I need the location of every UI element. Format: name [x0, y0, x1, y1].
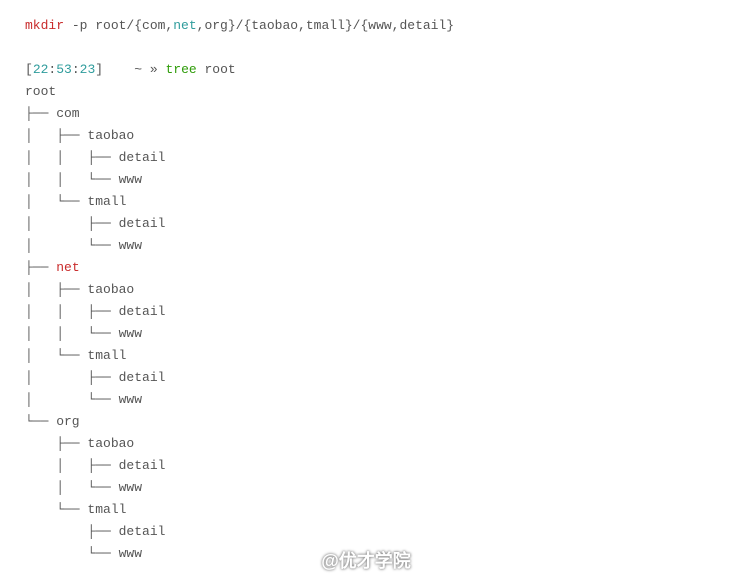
tree-line: │ ├── detail [25, 213, 707, 235]
tree-line: │ └── tmall [25, 191, 707, 213]
tree-line: │ │ ├── detail [25, 301, 707, 323]
prompt-lb: [ [25, 62, 33, 77]
tree-line: │ └── www [25, 235, 707, 257]
tree-line: │ └── www [25, 477, 707, 499]
prompt-rb: ] ~ » [95, 62, 165, 77]
mkdir-net: net [173, 18, 196, 33]
tree-line: │ ├── detail [25, 367, 707, 389]
tree-line: └── tmall [25, 499, 707, 521]
tree-line: │ ├── taobao [25, 279, 707, 301]
mkdir-args-2: ,org}/{taobao,tmall}/{www,detail} [197, 18, 454, 33]
tree-line: ├── taobao [25, 433, 707, 455]
mkdir-args-1: -p root/{com, [64, 18, 173, 33]
tree-line: ├── detail [25, 521, 707, 543]
prompt-min: 53 [56, 62, 72, 77]
tree-line: │ ├── taobao [25, 125, 707, 147]
tree-line: │ └── tmall [25, 345, 707, 367]
mkdir-keyword: mkdir [25, 18, 64, 33]
mkdir-command-line: mkdir -p root/{com,net,org}/{taobao,tmal… [25, 15, 707, 37]
tree-line: │ │ └── www [25, 323, 707, 345]
blank-line [25, 37, 707, 59]
tree-line: └── org [25, 411, 707, 433]
tree-root: root [25, 81, 707, 103]
prompt-hour: 22 [33, 62, 49, 77]
tree-line: └── www [25, 543, 707, 565]
tree-line: ├── net [25, 257, 707, 279]
tree-command-line: [22:53:23] ~ » tree root [25, 59, 707, 81]
tree-keyword: tree [165, 62, 196, 77]
tree-line: │ └── www [25, 389, 707, 411]
tree-line: │ │ └── www [25, 169, 707, 191]
tree-line: │ │ ├── detail [25, 147, 707, 169]
prompt-colon2: : [72, 62, 80, 77]
tree-net: net [56, 260, 79, 275]
tree-arg: root [197, 62, 236, 77]
tree-prefix: ├── [25, 260, 56, 275]
tree-line: ├── com [25, 103, 707, 125]
prompt-sec: 23 [80, 62, 96, 77]
tree-line: │ ├── detail [25, 455, 707, 477]
